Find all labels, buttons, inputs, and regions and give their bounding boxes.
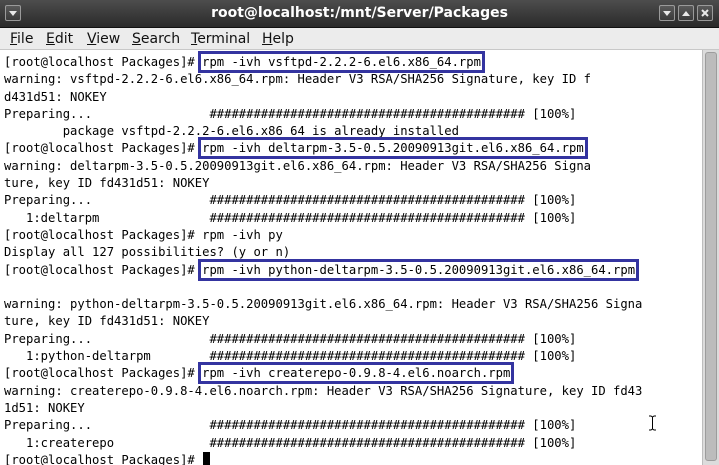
output-text: Preparing... ###########################…: [4, 418, 577, 433]
terminal-output-line: 1:deltarpm #############################…: [4, 210, 642, 227]
shell-prompt: [root@localhost Packages]#: [4, 262, 203, 277]
minimize-icon: [663, 11, 671, 16]
terminal-command-line: [root@localhost Packages]# rpm -ivh py: [4, 227, 642, 244]
terminal-output-line: Preparing... ###########################…: [4, 417, 642, 434]
highlighted-command: rpm -ivh vsftpd-2.2.2-6.el6.x86_64.rpm: [198, 51, 485, 73]
highlighted-command: rpm -ivh createrepo-0.9.8-4.el6.noarch.r…: [198, 362, 515, 385]
terminal-output-line: warning: python-deltarpm-3.5-0.5.2009091…: [4, 296, 642, 313]
terminal-output-line: Display all 127 possibilities? (y or n): [4, 244, 642, 261]
terminal-output-line: 1:createrepo ###########################…: [4, 435, 642, 452]
output-text: ture, key ID fd431d51: NOKEY: [4, 176, 210, 191]
close-button[interactable]: [697, 5, 713, 21]
terminal-output-line: 1:python-deltarpm ######################…: [4, 348, 642, 365]
output-text: 1d51: NOKEY: [4, 400, 85, 415]
output-text: warning: python-deltarpm-3.5-0.5.2009091…: [4, 297, 643, 312]
title-bar: root@localhost:/mnt/Server/Packages: [0, 0, 719, 28]
scrollbar-thumb[interactable]: [705, 52, 717, 461]
terminal-output-line: Preparing... ###########################…: [4, 106, 642, 123]
terminal-output-line: ture, key ID fd431d51: NOKEY: [4, 313, 642, 330]
menu-bar: File Edit View Search Terminal Help: [0, 28, 719, 50]
output-text: 1:python-deltarpm ######################…: [4, 349, 577, 364]
output-text: warning: vsftpd-2.2.2-6.el6.x86_64.rpm: …: [4, 72, 591, 87]
terminal-command-line: [root@localhost Packages]# rpm -ivh vsft…: [4, 51, 642, 73]
terminal-command-line: [root@localhost Packages]#: [4, 451, 642, 465]
terminal-output-line: warning: createrepo-0.9.8-4.el6.noarch.r…: [4, 383, 642, 400]
command-text: rpm -ivh py: [202, 227, 283, 242]
vertical-scrollbar[interactable]: [702, 50, 719, 465]
terminal-output-line: d431d51: NOKEY: [4, 89, 642, 106]
menu-search[interactable]: Search: [132, 31, 180, 47]
terminal-output-line: ture, key ID fd431d51: NOKEY: [4, 175, 642, 192]
terminal-output-line: Preparing... ###########################…: [4, 331, 642, 348]
output-text: Preparing... ###########################…: [4, 106, 577, 121]
shell-prompt: [root@localhost Packages]#: [4, 366, 203, 381]
close-icon: [701, 9, 709, 17]
menu-file[interactable]: File: [10, 31, 33, 47]
terminal-cursor: [203, 451, 211, 465]
output-text: 1:createrepo ###########################…: [4, 435, 577, 450]
output-text: warning: createrepo-0.9.8-4.el6.noarch.r…: [4, 383, 643, 398]
maximize-icon: [682, 11, 690, 16]
window-title: root@localhost:/mnt/Server/Packages: [211, 5, 508, 21]
terminal-output-line: Preparing... ###########################…: [4, 192, 642, 209]
shell-prompt: [root@localhost Packages]#: [4, 141, 203, 156]
menu-edit[interactable]: Edit: [46, 31, 73, 47]
terminal-output-line: warning: vsftpd-2.2.2-6.el6.x86_64.rpm: …: [4, 71, 642, 88]
output-text: d431d51: NOKEY: [4, 89, 107, 104]
terminal-output-line: 1d51: NOKEY: [4, 400, 642, 417]
output-text: ture, key ID fd431d51: NOKEY: [4, 314, 210, 329]
highlighted-command: rpm -ivh python-deltarpm-3.5-0.5.2009091…: [198, 258, 640, 281]
output-text: package vsftpd-2.2.2-6.el6.x86_64 is alr…: [4, 124, 459, 139]
terminal-output-line: package vsftpd-2.2.2-6.el6.x86_64 is alr…: [4, 123, 642, 140]
menu-view[interactable]: View: [87, 31, 120, 47]
terminal-command-line: [root@localhost Packages]# rpm -ivh pyth…: [4, 258, 642, 281]
output-text: Display all 127 possibilities? (y or n): [4, 245, 291, 260]
menu-help[interactable]: Help: [262, 31, 294, 47]
terminal-output-line: warning: deltarpm-3.5-0.5.20090913git.el…: [4, 158, 642, 175]
terminal-lines: [root@localhost Packages]# rpm -ivh vsft…: [4, 51, 642, 465]
shell-prompt: [root@localhost Packages]#: [4, 55, 203, 69]
terminal-command-line: [root@localhost Packages]# rpm -ivh delt…: [4, 137, 642, 160]
ibeam-cursor-icon: [649, 415, 656, 431]
minimize-button[interactable]: [659, 5, 675, 21]
maximize-button[interactable]: [678, 5, 694, 21]
output-text: warning: deltarpm-3.5-0.5.20090913git.el…: [4, 158, 591, 173]
output-text: 1:deltarpm #############################…: [4, 210, 577, 225]
menu-terminal[interactable]: Terminal: [191, 31, 250, 47]
highlighted-command: rpm -ivh deltarpm-3.5-0.5.20090913git.el…: [198, 137, 588, 160]
terminal-command-line: [root@localhost Packages]# rpm -ivh crea…: [4, 362, 642, 385]
terminal-output[interactable]: [root@localhost Packages]# rpm -ivh vsft…: [0, 50, 702, 465]
output-text: Preparing... ###########################…: [4, 331, 577, 346]
shell-prompt: [root@localhost Packages]#: [4, 452, 203, 465]
output-text: Preparing... ###########################…: [4, 193, 577, 208]
shell-prompt: [root@localhost Packages]#: [4, 227, 203, 242]
